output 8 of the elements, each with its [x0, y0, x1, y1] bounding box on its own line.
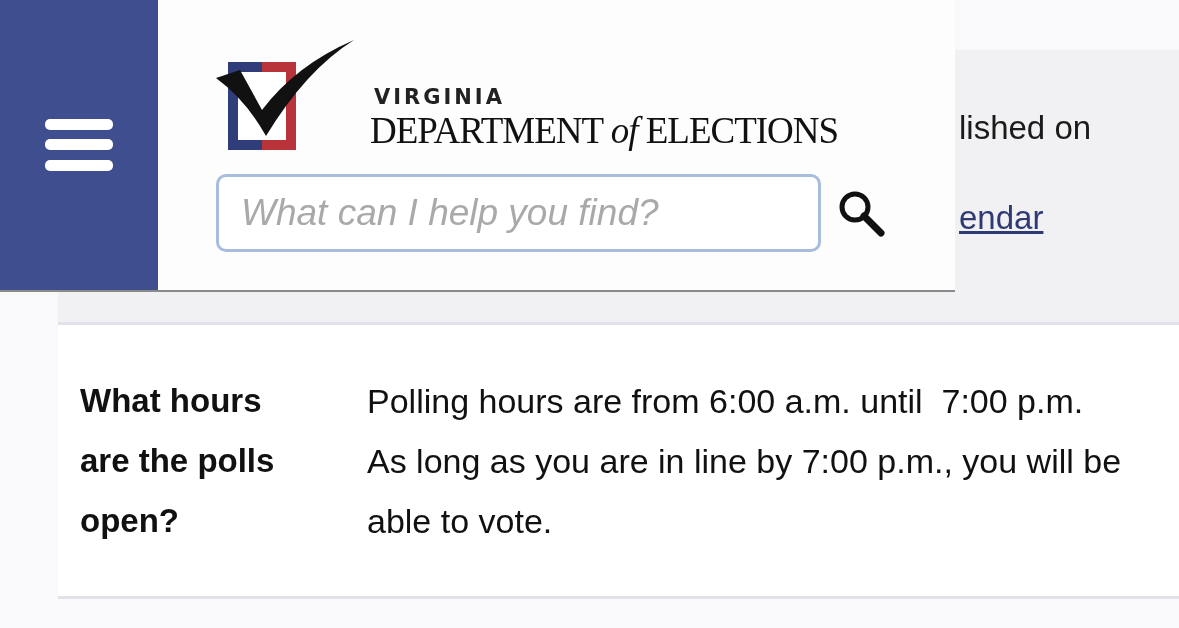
logo-state-text: VIRGINIA	[374, 85, 506, 109]
menu-icon[interactable]	[45, 119, 113, 171]
calendar-link[interactable]: endar	[959, 198, 1044, 238]
faq-question: What hours are the polls open?	[80, 380, 276, 541]
faq-answer: Polling hours are from 6:00 a.m. until 7:00 p.m. As long as you are in line by 7:00 p.m., you will be able to vote.	[367, 380, 1123, 542]
search-field[interactable]: What can I help you find?	[216, 174, 821, 252]
partial-text: lished on	[959, 108, 1093, 148]
search-icon[interactable]	[837, 189, 885, 237]
